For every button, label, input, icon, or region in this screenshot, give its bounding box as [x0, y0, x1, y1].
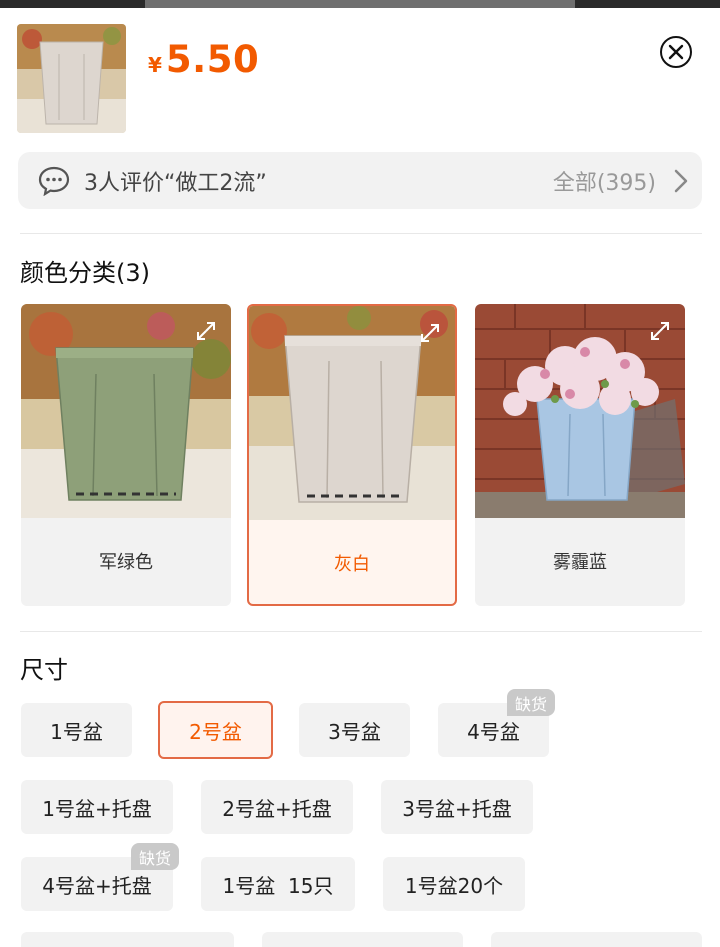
chevron-right-icon [674, 169, 688, 192]
color-option-label: 雾霾蓝 [553, 552, 607, 573]
expand-icon[interactable] [649, 320, 671, 342]
color-option-army-green[interactable]: 军绿色 [21, 304, 231, 606]
size-option-2-tray[interactable]: 2号盆+托盘 [201, 780, 353, 834]
top-status-strip [0, 0, 720, 8]
color-section-title: 颜色分类(3) [20, 259, 150, 287]
size-option-3[interactable]: 3号盆 [299, 703, 410, 757]
currency-symbol: ¥ [148, 53, 162, 77]
expand-icon[interactable] [195, 320, 217, 342]
size-option-3-tray[interactable]: 3号盆+托盘 [381, 780, 533, 834]
product-price: ¥ 5.50 [148, 38, 259, 81]
review-highlight-text: 3人评价“做工2流” [84, 170, 267, 196]
all-reviews-count[interactable]: 全部(395) [553, 165, 656, 197]
size-option-1[interactable]: 1号盆 [21, 703, 132, 757]
product-thumbnail[interactable] [17, 24, 126, 133]
size-section-title: 尺寸 [20, 656, 68, 684]
divider [20, 233, 702, 234]
size-option-2[interactable]: 2号盆 [158, 701, 273, 759]
size-option-1-tray[interactable]: 1号盆+托盘 [21, 780, 173, 834]
size-option-partial[interactable] [21, 932, 234, 947]
price-value: 5.50 [165, 38, 260, 81]
size-option-1-15pcs[interactable]: 1号盆 15只 [201, 857, 355, 911]
close-button[interactable] [660, 36, 692, 68]
out-of-stock-badge: 缺货 [507, 689, 556, 716]
color-option-label: 军绿色 [99, 552, 153, 573]
expand-icon[interactable] [419, 322, 441, 344]
divider [20, 631, 702, 632]
color-option-grey-white[interactable]: 灰白 [247, 304, 457, 606]
size-option-partial[interactable] [491, 932, 702, 947]
color-option-label: 灰白 [334, 554, 370, 575]
review-summary-bar[interactable]: 3人评价“做工2流” 全部(395) [18, 152, 702, 209]
comment-icon [38, 166, 70, 196]
size-option-partial[interactable] [262, 932, 463, 947]
out-of-stock-badge: 缺货 [131, 843, 180, 870]
color-option-haze-blue[interactable]: 雾霾蓝 [475, 304, 685, 606]
size-option-1-20pcs[interactable]: 1号盆20个 [383, 857, 525, 911]
close-icon [668, 44, 684, 60]
